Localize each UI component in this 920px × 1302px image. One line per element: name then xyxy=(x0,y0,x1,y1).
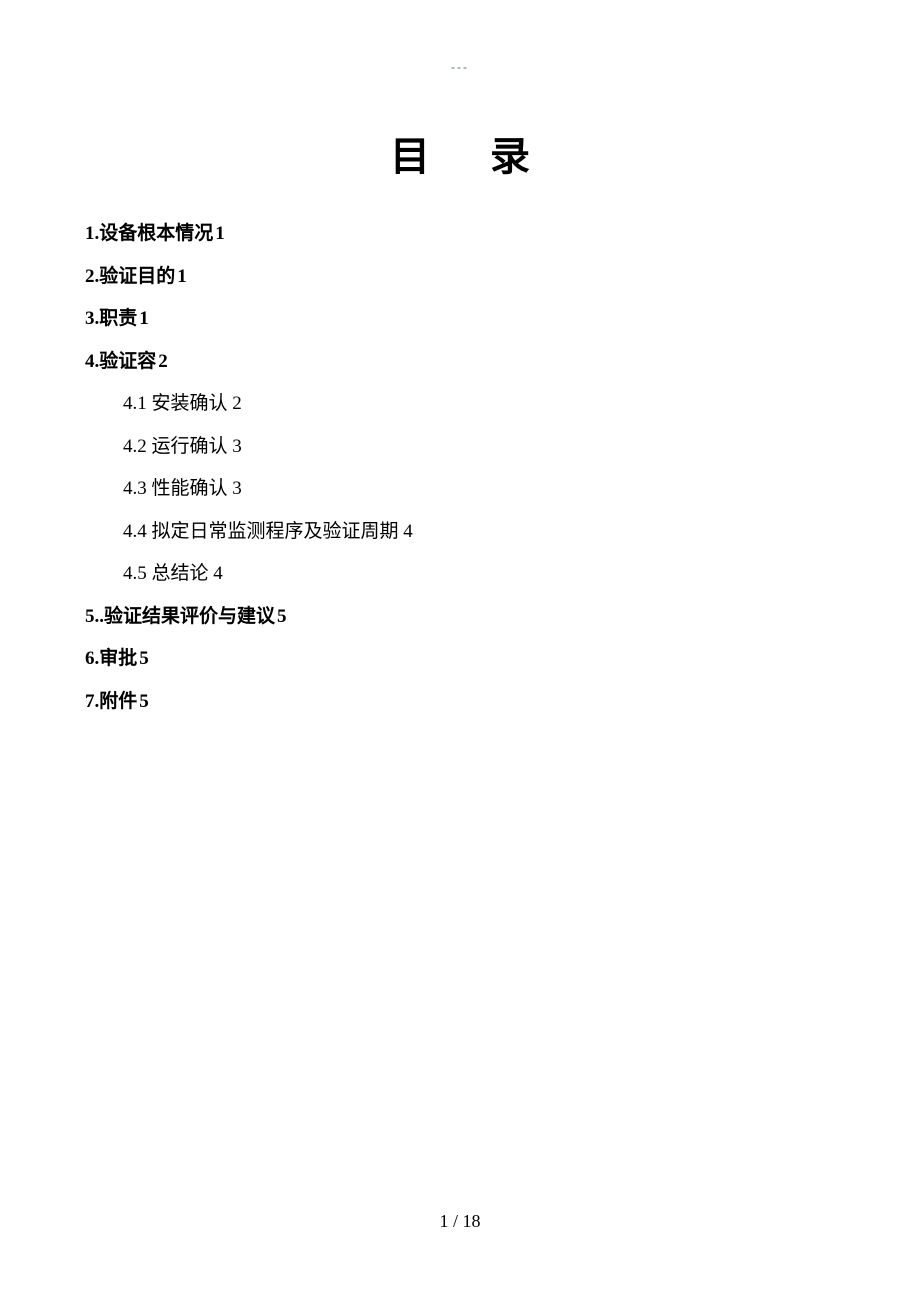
toc-page: 2 xyxy=(158,351,168,372)
toc-page: 5 xyxy=(139,648,149,669)
toc-page: 2 xyxy=(232,393,242,414)
toc-subitem: 4.1 安装确认 2 xyxy=(123,390,835,419)
toc-prefix: 4.1 xyxy=(123,393,152,414)
header-mark: --- xyxy=(85,60,835,74)
toc-subitem: 4.2 运行确认 3 xyxy=(123,433,835,462)
toc-label: 职责 xyxy=(99,308,137,329)
toc-prefix: 2. xyxy=(85,266,99,287)
toc-label: 验证容 xyxy=(99,351,156,372)
toc-item: 5..验证结果评价与建议5 xyxy=(85,603,835,632)
toc-label: 拟定日常监测程序及验证周期 xyxy=(152,521,399,542)
toc-subitem: 4.3 性能确认 3 xyxy=(123,475,835,504)
toc-page: 1 xyxy=(139,308,149,329)
toc-item: 3.职责1 xyxy=(85,305,835,334)
toc-item: 7.附件5 xyxy=(85,688,835,717)
toc-prefix: 4.5 xyxy=(123,563,147,584)
toc-page: 1 xyxy=(177,266,187,287)
toc-prefix: 4.4 xyxy=(123,521,147,542)
toc-prefix: 5.. xyxy=(85,606,104,627)
document-page: --- 目录 1.设备根本情况1 2.验证目的1 3.职责1 4.验证容2 4.… xyxy=(0,0,920,716)
toc-page: 4 xyxy=(213,563,223,584)
toc-label: 安装确认 xyxy=(152,393,228,414)
toc-page: 5 xyxy=(277,606,287,627)
toc-label: 设备根本情况 xyxy=(99,223,213,244)
toc-item: 6.审批5 xyxy=(85,645,835,674)
toc-item: 1.设备根本情况1 xyxy=(85,220,835,249)
toc-prefix: 4. xyxy=(85,351,99,372)
toc-label: 附件 xyxy=(99,691,137,712)
toc-prefix: 6. xyxy=(85,648,99,669)
toc-page: 5 xyxy=(139,691,149,712)
toc-subitem: 4.5 总结论 4 xyxy=(123,560,835,589)
toc-page: 4 xyxy=(403,521,413,542)
toc-label: 总结论 xyxy=(152,563,209,584)
toc-label: 验证目的 xyxy=(99,266,175,287)
toc-item: 2.验证目的1 xyxy=(85,263,835,292)
toc-prefix: 4.3 xyxy=(123,478,147,499)
page-title: 目录 xyxy=(85,124,835,182)
toc-page: 1 xyxy=(215,223,225,244)
toc-label: 运行确认 xyxy=(152,436,228,457)
toc-prefix: 4.2 xyxy=(123,436,147,457)
toc-page: 3 xyxy=(232,436,242,457)
toc-page: 3 xyxy=(232,478,242,499)
page-footer: 1 / 18 xyxy=(0,1211,920,1232)
toc-label: 审批 xyxy=(99,648,137,669)
toc-subitem: 4.4 拟定日常监测程序及验证周期 4 xyxy=(123,518,835,547)
toc-prefix: 7. xyxy=(85,691,99,712)
toc-label: 性能确认 xyxy=(152,478,228,499)
toc-item: 4.验证容2 xyxy=(85,348,835,377)
toc-label: 验证结果评价与建议 xyxy=(104,606,275,627)
toc-prefix: 3. xyxy=(85,308,99,329)
toc-prefix: 1. xyxy=(85,223,99,244)
